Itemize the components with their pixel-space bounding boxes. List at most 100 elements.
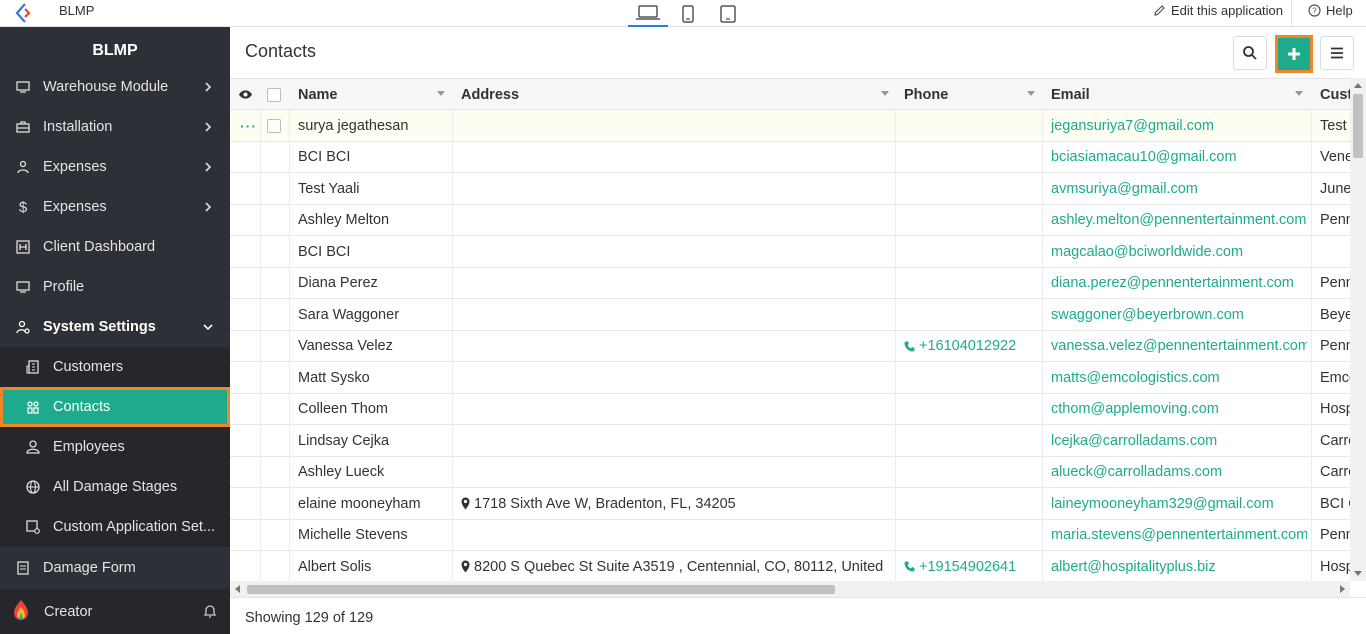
- cell-name: Lindsay Cejka: [298, 432, 390, 449]
- cell-name: BCI BCI: [298, 149, 351, 165]
- sidebar-item-label: Client Dashboard: [43, 239, 156, 255]
- table-row[interactable]: Diana Perez diana.perez@pennentertainment…: [230, 268, 1350, 299]
- table-row[interactable]: ··· surya jegathesan jegansuriya7@gmail.co…: [230, 110, 1350, 142]
- cell-email[interactable]: avmsuriya@gmail.com: [1051, 173, 1307, 204]
- bell-icon[interactable]: [202, 603, 218, 622]
- sidebar-item-custom-application-settings[interactable]: Custom Application Set...: [0, 507, 230, 547]
- cell-email[interactable]: laineymooneyham329@gmail.com: [1051, 488, 1307, 519]
- cell-email[interactable]: albert@hospitalityplus.biz: [1051, 551, 1307, 581]
- table-row[interactable]: Michelle Stevens maria.stevens@pennentert…: [230, 520, 1350, 551]
- sidebar-item-warehouse-module[interactable]: Warehouse Module: [0, 67, 230, 107]
- table-row[interactable]: BCI BCI bciasiamacau10@gmail.com Vene: [230, 142, 1350, 173]
- help-link[interactable]: ? Help: [1308, 3, 1353, 18]
- phone-view-icon[interactable]: [668, 0, 708, 27]
- column-header-phone[interactable]: Phone: [904, 79, 1043, 110]
- contacts-table: Name Address Phone Email Cust ··· surya j…: [230, 78, 1350, 581]
- sidebar-item-employees[interactable]: Employees: [0, 427, 230, 467]
- scrollbar-thumb[interactable]: [1353, 94, 1363, 158]
- table-row[interactable]: Ashley Lueck alueck@carrolladams.com Carro: [230, 457, 1350, 488]
- cell-email[interactable]: vanessa.velez@pennentertainment.com: [1051, 331, 1307, 362]
- cell-email[interactable]: cthom@applemoving.com: [1051, 394, 1307, 425]
- sidebar-item-client-dashboard[interactable]: Client Dashboard: [0, 227, 230, 267]
- cell-email[interactable]: magcalao@bciworldwide.com: [1051, 236, 1307, 267]
- toolbox-icon: [15, 119, 31, 135]
- add-contact-button[interactable]: [1278, 38, 1310, 70]
- cell-email[interactable]: lcejka@carrolladams.com: [1051, 425, 1307, 456]
- sidebar-item-profile[interactable]: Profile: [0, 267, 230, 307]
- column-header-name[interactable]: Name: [298, 79, 453, 110]
- app-title: BLMP: [59, 3, 95, 18]
- sort-icon[interactable]: [437, 91, 445, 96]
- divider: [1311, 110, 1312, 581]
- cell-email[interactable]: diana.perez@pennentertainment.com: [1051, 268, 1307, 299]
- add-button-highlight: [1275, 35, 1313, 73]
- creator-footer[interactable]: Creator: [0, 589, 230, 634]
- sidebar-item-label: All Damage Stages: [53, 479, 178, 495]
- cell-phone[interactable]: +16104012922: [904, 331, 1039, 362]
- cell-email[interactable]: matts@emcologistics.com: [1051, 362, 1307, 393]
- cell-name: Test Yaali: [298, 180, 360, 197]
- sidebar-item-damage-form[interactable]: Damage Form: [0, 547, 230, 588]
- table-row[interactable]: Matt Sysko matts@emcologistics.com Emco: [230, 362, 1350, 394]
- table-row[interactable]: Vanessa Velez +16104012922 vanessa.velez@p…: [230, 331, 1350, 362]
- sidebar-item-system-settings[interactable]: System Settings: [0, 307, 230, 347]
- scroll-right-icon[interactable]: [1340, 585, 1345, 593]
- column-header-address[interactable]: Address: [461, 79, 897, 110]
- divider: [260, 110, 261, 581]
- table-row[interactable]: Colleen Thom cthom@applemoving.com Hosp: [230, 394, 1350, 425]
- cell-customer: Test: [1320, 117, 1347, 134]
- tablet-view-icon[interactable]: [708, 0, 748, 27]
- table-row[interactable]: Test Yaali avmsuriya@gmail.com June: [230, 173, 1350, 205]
- sidebar-item-label: Profile: [43, 279, 85, 295]
- column-header-customer[interactable]: Cust: [1320, 79, 1350, 110]
- sort-icon[interactable]: [881, 91, 889, 96]
- table-row[interactable]: elaine mooneyham 1718 Sixth Ave W, Braden…: [230, 488, 1350, 520]
- select-all-checkbox[interactable]: [267, 79, 287, 110]
- scroll-down-icon[interactable]: [1354, 571, 1362, 576]
- visibility-column-icon[interactable]: [238, 79, 258, 110]
- row-checkbox[interactable]: [267, 110, 287, 141]
- sidebar-menu: Warehouse Module Installation Expenses $…: [0, 67, 230, 588]
- cell-phone[interactable]: +19154902641: [904, 551, 1039, 581]
- edit-application-link[interactable]: Edit this application: [1153, 3, 1283, 18]
- sidebar-item-expenses-dollar[interactable]: $ Expenses: [0, 187, 230, 227]
- cell-customer: Vene: [1320, 149, 1350, 165]
- cell-email[interactable]: maria.stevens@pennentertainment.com: [1051, 520, 1307, 551]
- table-row[interactable]: BCI BCI magcalao@bciworldwide.com: [230, 236, 1350, 268]
- cell-name: Michelle Stevens: [298, 527, 408, 543]
- table-row[interactable]: Sara Waggoner swaggoner@beyerbrown.com Bey…: [230, 299, 1350, 331]
- app-logo-icon[interactable]: [14, 2, 36, 24]
- sort-icon[interactable]: [1027, 91, 1035, 96]
- sidebar-item-all-damage-stages[interactable]: All Damage Stages: [0, 467, 230, 507]
- sidebar-item-expenses[interactable]: Expenses: [0, 147, 230, 187]
- row-actions-icon[interactable]: ···: [240, 110, 260, 141]
- cell-email[interactable]: bciasiamacau10@gmail.com: [1051, 142, 1307, 173]
- table-row[interactable]: Lindsay Cejka lcejka@carrolladams.com Carr…: [230, 425, 1350, 457]
- sidebar-item-customers[interactable]: Customers: [0, 347, 230, 387]
- cell-email[interactable]: ashley.melton@pennentertainment.com: [1051, 205, 1307, 236]
- horizontal-scrollbar[interactable]: [230, 581, 1350, 597]
- cell-email[interactable]: swaggoner@beyerbrown.com: [1051, 299, 1307, 330]
- chevron-right-icon: [205, 202, 212, 212]
- sidebar-item-installation[interactable]: Installation: [0, 107, 230, 147]
- sort-icon[interactable]: [1295, 91, 1303, 96]
- table-row[interactable]: Ashley Melton ashley.melton@pennentertain…: [230, 205, 1350, 236]
- menu-button[interactable]: [1320, 36, 1354, 70]
- sidebar-item-label: Installation: [43, 119, 113, 135]
- table-row[interactable]: Albert Solis 8200 S Quebec St Suite A3519…: [230, 551, 1350, 581]
- scrollbar-thumb[interactable]: [247, 585, 835, 594]
- help-label: Help: [1326, 3, 1353, 18]
- cell-address: 1718 Sixth Ave W, Bradenton, FL, 34205: [461, 488, 891, 519]
- monitor-icon: [15, 79, 31, 95]
- laptop-view-icon[interactable]: [628, 0, 668, 27]
- scroll-up-icon[interactable]: [1354, 83, 1362, 88]
- address-text: 1718 Sixth Ave W, Bradenton, FL, 34205: [474, 495, 736, 512]
- sidebar-item-contacts[interactable]: Contacts: [0, 387, 230, 427]
- search-button[interactable]: [1233, 36, 1267, 70]
- cell-email[interactable]: alueck@carrolladams.com: [1051, 457, 1307, 488]
- vertical-scrollbar[interactable]: [1350, 78, 1366, 581]
- cell-name: elaine mooneyham: [298, 495, 421, 512]
- column-header-email[interactable]: Email: [1051, 79, 1311, 110]
- cell-email[interactable]: jegansuriya7@gmail.com: [1051, 110, 1307, 141]
- scroll-left-icon[interactable]: [235, 585, 240, 593]
